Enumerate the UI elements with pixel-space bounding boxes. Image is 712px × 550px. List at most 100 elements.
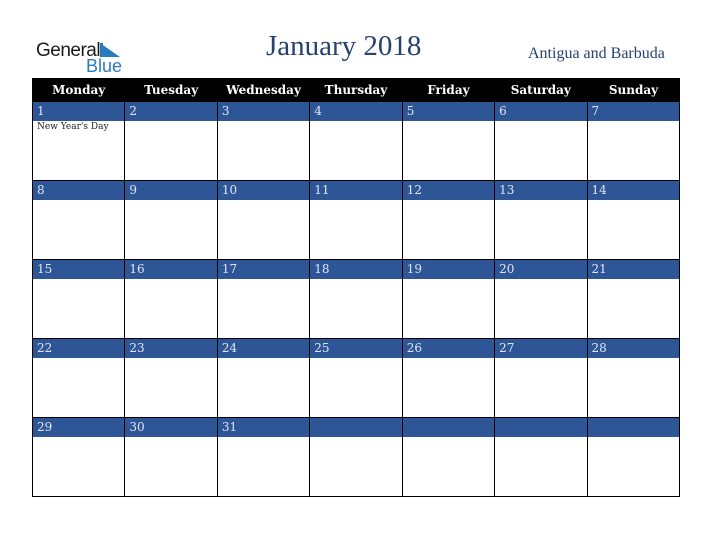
day-cell[interactable]: 8 [31,180,126,260]
day-cell[interactable] [309,417,403,497]
day-number: 11 [310,181,402,200]
page-title: January 2018 [266,30,422,62]
day-event [495,200,587,259]
day-event [310,437,402,496]
day-cell[interactable]: 13 [494,180,588,260]
day-event [217,437,310,496]
week-row: 29 30 31 [31,417,681,497]
day-cell[interactable]: 31 [216,417,311,497]
day-event [587,358,679,417]
day-event [310,358,402,417]
weekday-header: Wednesday [216,78,310,102]
day-cell[interactable]: 30 [124,417,218,497]
day-number: 15 [33,260,125,279]
calendar-grid: Monday Tuesday Wednesday Thursday Friday… [31,78,681,497]
day-number: 18 [310,260,402,279]
day-event [587,121,679,180]
weekday-header: Thursday [309,78,403,102]
day-number: 22 [33,339,125,358]
day-cell[interactable]: 15 [31,259,126,339]
day-event [125,279,217,338]
day-cell[interactable]: 19 [401,259,496,339]
day-event [217,279,310,338]
day-event [217,358,310,417]
day-cell[interactable]: 20 [494,259,588,339]
day-cell[interactable] [586,417,681,497]
day-number: 1 [33,102,125,121]
day-cell[interactable]: 24 [216,338,311,418]
day-event [125,200,217,259]
day-number [310,418,402,437]
day-number: 28 [587,339,679,358]
day-event [125,437,217,496]
day-cell[interactable]: 28 [586,338,681,418]
day-event [310,200,402,259]
day-number: 29 [33,418,125,437]
day-event [495,358,587,417]
day-event [33,279,125,338]
day-cell[interactable]: 7 [586,101,681,181]
day-cell[interactable]: 26 [401,338,496,418]
day-cell[interactable]: 27 [494,338,588,418]
day-cell[interactable]: 29 [31,417,126,497]
day-number: 17 [217,260,310,279]
day-number: 4 [310,102,402,121]
day-number: 13 [495,181,587,200]
day-number: 31 [217,418,310,437]
day-event [587,200,679,259]
day-number: 6 [495,102,587,121]
day-cell[interactable]: 9 [124,180,218,260]
day-number: 7 [587,102,679,121]
day-number: 25 [310,339,402,358]
day-number: 23 [125,339,217,358]
country-label: Antigua and Barbuda [528,45,665,62]
day-event [495,279,587,338]
day-cell[interactable]: 11 [309,180,403,260]
day-cell[interactable]: 14 [586,180,681,260]
day-cell[interactable]: 21 [586,259,681,339]
day-cell[interactable] [494,417,588,497]
week-row: 15 16 17 18 19 20 21 [31,259,681,339]
day-cell[interactable] [401,417,496,497]
day-number: 21 [587,260,679,279]
week-row: 22 23 24 25 26 27 28 [31,338,681,418]
day-cell[interactable]: 25 [309,338,403,418]
day-event [587,279,679,338]
day-number: 5 [402,102,495,121]
day-cell[interactable]: 16 [124,259,218,339]
day-cell[interactable]: 3 [216,101,311,181]
day-event: New Year's Day [33,121,125,180]
day-cell[interactable]: 23 [124,338,218,418]
weekday-header-row: Monday Tuesday Wednesday Thursday Friday… [31,78,680,102]
day-event [587,437,679,496]
day-number: 10 [217,181,310,200]
logo-flag-icon [100,43,120,57]
day-number: 2 [125,102,217,121]
day-event [402,279,495,338]
day-event [217,121,310,180]
day-cell[interactable]: 10 [216,180,311,260]
day-event [33,358,125,417]
day-cell[interactable]: 6 [494,101,588,181]
day-number: 9 [125,181,217,200]
day-event [495,437,587,496]
day-cell[interactable]: 4 [309,101,403,181]
day-cell[interactable]: 2 [124,101,218,181]
day-number [587,418,679,437]
day-cell[interactable]: 22 [31,338,126,418]
day-event [402,437,495,496]
day-number: 24 [217,339,310,358]
day-cell[interactable]: 18 [309,259,403,339]
day-event [310,279,402,338]
day-event [402,121,495,180]
day-cell[interactable]: 17 [216,259,311,339]
day-number: 16 [125,260,217,279]
weekday-header: Tuesday [124,78,218,102]
weekday-header: Friday [401,78,495,102]
day-event [125,358,217,417]
day-cell[interactable]: 12 [401,180,496,260]
day-number: 27 [495,339,587,358]
day-number: 12 [402,181,495,200]
day-cell[interactable]: 5 [401,101,496,181]
day-cell[interactable]: 1 New Year's Day [31,101,126,181]
